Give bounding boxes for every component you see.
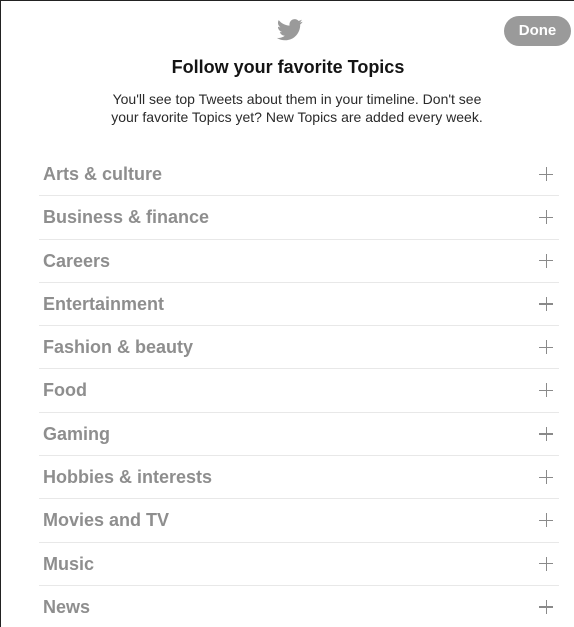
dialog-header: Done <box>1 1 574 47</box>
page-title: Follow your favorite Topics <box>171 57 405 77</box>
plus-icon[interactable] <box>539 599 553 614</box>
topic-label: Business & finance <box>43 207 210 228</box>
topic-item-careers[interactable]: Careers <box>39 240 559 283</box>
plus-icon[interactable] <box>539 253 553 268</box>
plus-icon[interactable] <box>539 210 553 225</box>
plus-icon[interactable] <box>539 556 553 571</box>
plus-icon[interactable] <box>539 296 553 311</box>
plus-icon[interactable] <box>539 513 553 528</box>
topic-label: Food <box>43 380 87 401</box>
topic-label: Careers <box>43 250 111 271</box>
topic-label: Hobbies & interests <box>43 467 213 488</box>
topic-item-food[interactable]: Food <box>39 369 559 413</box>
topic-item-music[interactable]: Music <box>39 543 559 586</box>
topic-item-gaming[interactable]: Gaming <box>39 413 559 457</box>
topic-label: Fashion & beauty <box>43 337 194 358</box>
done-button[interactable]: Done <box>504 16 571 46</box>
topics-dialog: Done Follow your favorite Topics You'll … <box>0 0 574 627</box>
twitter-bird-icon <box>277 19 303 41</box>
topic-item-arts-culture[interactable]: Arts & culture <box>39 153 559 197</box>
topic-item-news[interactable]: News <box>39 586 559 627</box>
topic-item-fashion-beauty[interactable]: Fashion & beauty <box>39 326 559 370</box>
plus-icon[interactable] <box>539 470 553 485</box>
plus-icon[interactable] <box>539 383 553 398</box>
plus-icon[interactable] <box>539 167 553 181</box>
topic-item-business-finance[interactable]: Business & finance <box>39 196 559 240</box>
topic-label: Music <box>43 553 95 574</box>
topic-label: Movies and TV <box>43 510 170 531</box>
topic-item-movies-tv[interactable]: Movies and TV <box>39 499 559 543</box>
plus-icon[interactable] <box>539 340 553 355</box>
topic-item-entertainment[interactable]: Entertainment <box>39 283 559 327</box>
topic-label: Arts & culture <box>43 164 163 184</box>
plus-icon[interactable] <box>539 426 553 441</box>
page-subtitle: You'll see top Tweets about them in your… <box>111 91 483 125</box>
topic-label: Entertainment <box>43 293 165 314</box>
topic-label: Gaming <box>43 423 111 444</box>
topic-list: Arts & culture Business & finance Career… <box>39 153 559 627</box>
topic-label: News <box>43 596 91 617</box>
topic-item-hobbies-interests[interactable]: Hobbies & interests <box>39 456 559 500</box>
